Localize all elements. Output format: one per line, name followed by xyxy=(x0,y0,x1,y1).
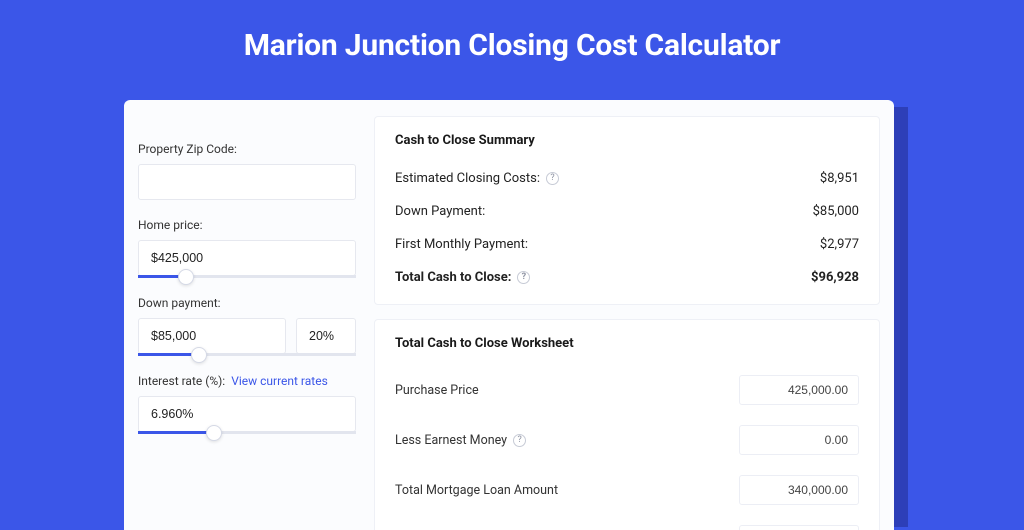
interest-rate-slider-fill xyxy=(138,431,214,434)
summary-row-value: $8,951 xyxy=(820,171,859,186)
worksheet-row-input[interactable] xyxy=(739,375,859,405)
home-price-field-group: Home price: xyxy=(138,218,356,278)
interest-rate-slider-thumb[interactable] xyxy=(206,425,222,441)
down-payment-input[interactable] xyxy=(138,318,286,354)
page-title: Marion Junction Closing Cost Calculator xyxy=(0,0,1024,87)
zip-label: Property Zip Code: xyxy=(138,142,356,156)
worksheet-row: Less Earnest Money ? xyxy=(395,415,859,465)
summary-row: Estimated Closing Costs: ? $8,951 xyxy=(395,162,859,195)
inputs-column: Property Zip Code: Home price: Down paym… xyxy=(138,116,356,530)
view-rates-link[interactable]: View current rates xyxy=(231,374,328,388)
summary-card: Cash to Close Summary Estimated Closing … xyxy=(374,116,880,305)
worksheet-row-label: Less Earnest Money xyxy=(395,433,507,448)
worksheet-row-input[interactable] xyxy=(739,425,859,455)
interest-rate-label: Interest rate (%): xyxy=(138,374,225,388)
home-price-slider[interactable] xyxy=(138,275,356,278)
interest-rate-field-group: Interest rate (%): View current rates xyxy=(138,374,356,434)
summary-row: First Monthly Payment: $2,977 xyxy=(395,228,859,261)
interest-rate-slider[interactable] xyxy=(138,431,356,434)
results-column: Cash to Close Summary Estimated Closing … xyxy=(374,116,880,530)
home-price-label: Home price: xyxy=(138,218,356,232)
summary-row-label: First Monthly Payment: xyxy=(395,237,528,252)
home-price-slider-thumb[interactable] xyxy=(178,269,194,285)
summary-row: Down Payment: $85,000 xyxy=(395,195,859,228)
zip-input[interactable] xyxy=(138,164,356,200)
worksheet-row-input[interactable] xyxy=(739,475,859,505)
worksheet-title: Total Cash to Close Worksheet xyxy=(395,336,859,351)
help-icon[interactable]: ? xyxy=(517,271,530,284)
summary-total-label: Total Cash to Close: xyxy=(395,270,511,285)
down-payment-slider-thumb[interactable] xyxy=(191,347,207,363)
down-payment-field-group: Down payment: xyxy=(138,296,356,356)
summary-row-value: $2,977 xyxy=(820,237,859,252)
interest-rate-input[interactable] xyxy=(138,396,356,432)
calculator-sheet: Property Zip Code: Home price: Down paym… xyxy=(124,100,894,530)
summary-row-label: Down Payment: xyxy=(395,204,485,219)
summary-row-label: Estimated Closing Costs: xyxy=(395,171,540,186)
home-price-input[interactable] xyxy=(138,240,356,276)
help-icon[interactable]: ? xyxy=(513,434,526,447)
worksheet-row: Total Second Mortgage Amount ? xyxy=(395,515,859,530)
summary-title: Cash to Close Summary xyxy=(395,133,859,148)
worksheet-row-input[interactable] xyxy=(739,525,859,530)
down-payment-label: Down payment: xyxy=(138,296,356,310)
worksheet-row-label: Purchase Price xyxy=(395,383,479,398)
summary-row-value: $85,000 xyxy=(813,204,859,219)
help-icon[interactable]: ? xyxy=(546,172,559,185)
worksheet-card: Total Cash to Close Worksheet Purchase P… xyxy=(374,319,880,530)
summary-total-row: Total Cash to Close: ? $96,928 xyxy=(395,261,859,294)
worksheet-row-label: Total Mortgage Loan Amount xyxy=(395,483,558,498)
zip-field-group: Property Zip Code: xyxy=(138,142,356,200)
summary-total-value: $96,928 xyxy=(811,270,859,285)
down-payment-slider-fill xyxy=(138,353,199,356)
down-payment-pct-input[interactable] xyxy=(296,318,356,354)
worksheet-row: Purchase Price xyxy=(395,365,859,415)
down-payment-slider[interactable] xyxy=(138,353,356,356)
worksheet-row: Total Mortgage Loan Amount xyxy=(395,465,859,515)
